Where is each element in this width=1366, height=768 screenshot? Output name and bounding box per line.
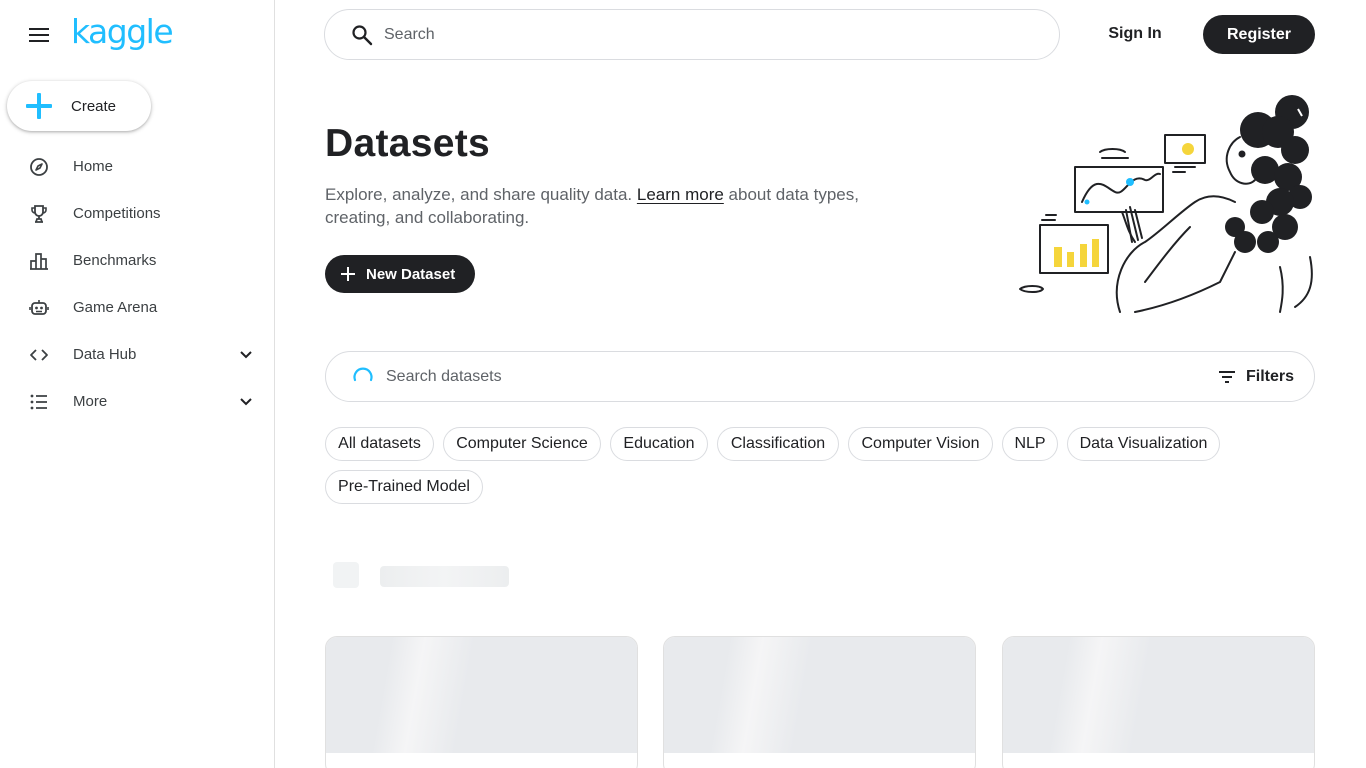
sidebar-item-label: More (73, 393, 108, 410)
create-button-label: Create (71, 97, 117, 115)
plus-icon (341, 267, 355, 281)
filters-button[interactable]: Filters (1218, 365, 1308, 389)
chip-nlp[interactable]: NLP (1002, 427, 1058, 461)
sidebar-nav: Home Competitions Benchmarks Game Arena … (0, 143, 274, 425)
sidebar-item-label: Data Hub (73, 346, 137, 363)
kaggle-logo[interactable]: kaggle (71, 12, 174, 51)
dataset-card-placeholder (1002, 636, 1315, 768)
bar-chart-icon (27, 249, 51, 273)
new-dataset-label: New Dataset (366, 265, 456, 283)
list-icon (27, 390, 51, 414)
chip-pre-trained-model[interactable]: Pre-Trained Model (325, 470, 483, 504)
chip-all-datasets[interactable]: All datasets (325, 427, 434, 461)
chevron-down-icon[interactable] (236, 345, 256, 365)
compass-icon (27, 155, 51, 179)
filters-label: Filters (1246, 368, 1295, 385)
page-title: Datasets (325, 122, 490, 165)
dataset-card-placeholder (663, 636, 976, 768)
trophy-icon (27, 202, 51, 226)
sidebar: kaggle Create Home Competitions Benchmar… (0, 0, 275, 768)
loading-placeholder (333, 562, 359, 588)
card-image-placeholder (664, 637, 975, 753)
learn-more-link[interactable]: Learn more (637, 185, 724, 204)
sidebar-item-label: Game Arena (73, 299, 158, 316)
site-search-input[interactable] (384, 23, 1024, 47)
dataset-search-input[interactable] (386, 366, 1186, 388)
datasets-hero-illustration (1019, 95, 1313, 313)
chip-computer-vision[interactable]: Computer Vision (848, 427, 993, 461)
plus-icon (24, 91, 54, 121)
site-search (324, 9, 1060, 60)
sidebar-item-label: Benchmarks (73, 252, 157, 269)
sign-in-button[interactable]: Sign In (1100, 18, 1170, 50)
sidebar-item-label: Home (73, 158, 114, 175)
sidebar-item-benchmarks[interactable]: Benchmarks (0, 237, 274, 284)
hamburger-menu-button[interactable] (24, 20, 54, 50)
search-icon (351, 24, 373, 51)
sidebar-item-game-arena[interactable]: Game Arena (0, 284, 274, 331)
code-brackets-icon (27, 343, 51, 367)
sidebar-item-home[interactable]: Home (0, 143, 274, 190)
hamburger-icon (29, 28, 49, 42)
dataset-search: Filters (325, 351, 1315, 402)
description-text: Explore, analyze, and share quality data… (325, 185, 637, 204)
sidebar-item-label: Competitions (73, 205, 161, 222)
chip-data-visualization[interactable]: Data Visualization (1067, 427, 1220, 461)
chip-education[interactable]: Education (610, 427, 708, 461)
chip-computer-science[interactable]: Computer Science (443, 427, 601, 461)
new-dataset-button[interactable]: New Dataset (325, 255, 475, 293)
create-button[interactable]: Create (7, 81, 151, 131)
card-image-placeholder (326, 637, 637, 753)
loading-placeholder (380, 566, 509, 587)
page-description: Explore, analyze, and share quality data… (325, 183, 865, 229)
chevron-down-icon[interactable] (236, 392, 256, 412)
sidebar-item-data-hub[interactable]: Data Hub (0, 331, 274, 378)
loading-spinner-icon (353, 367, 373, 382)
register-button[interactable]: Register (1203, 15, 1315, 54)
sidebar-item-competitions[interactable]: Competitions (0, 190, 274, 237)
card-image-placeholder (1003, 637, 1314, 753)
dataset-card-placeholder (325, 636, 638, 768)
chip-classification[interactable]: Classification (717, 427, 839, 461)
sidebar-item-more[interactable]: More (0, 378, 274, 425)
filter-icon (1219, 371, 1235, 383)
robot-icon (27, 296, 51, 320)
